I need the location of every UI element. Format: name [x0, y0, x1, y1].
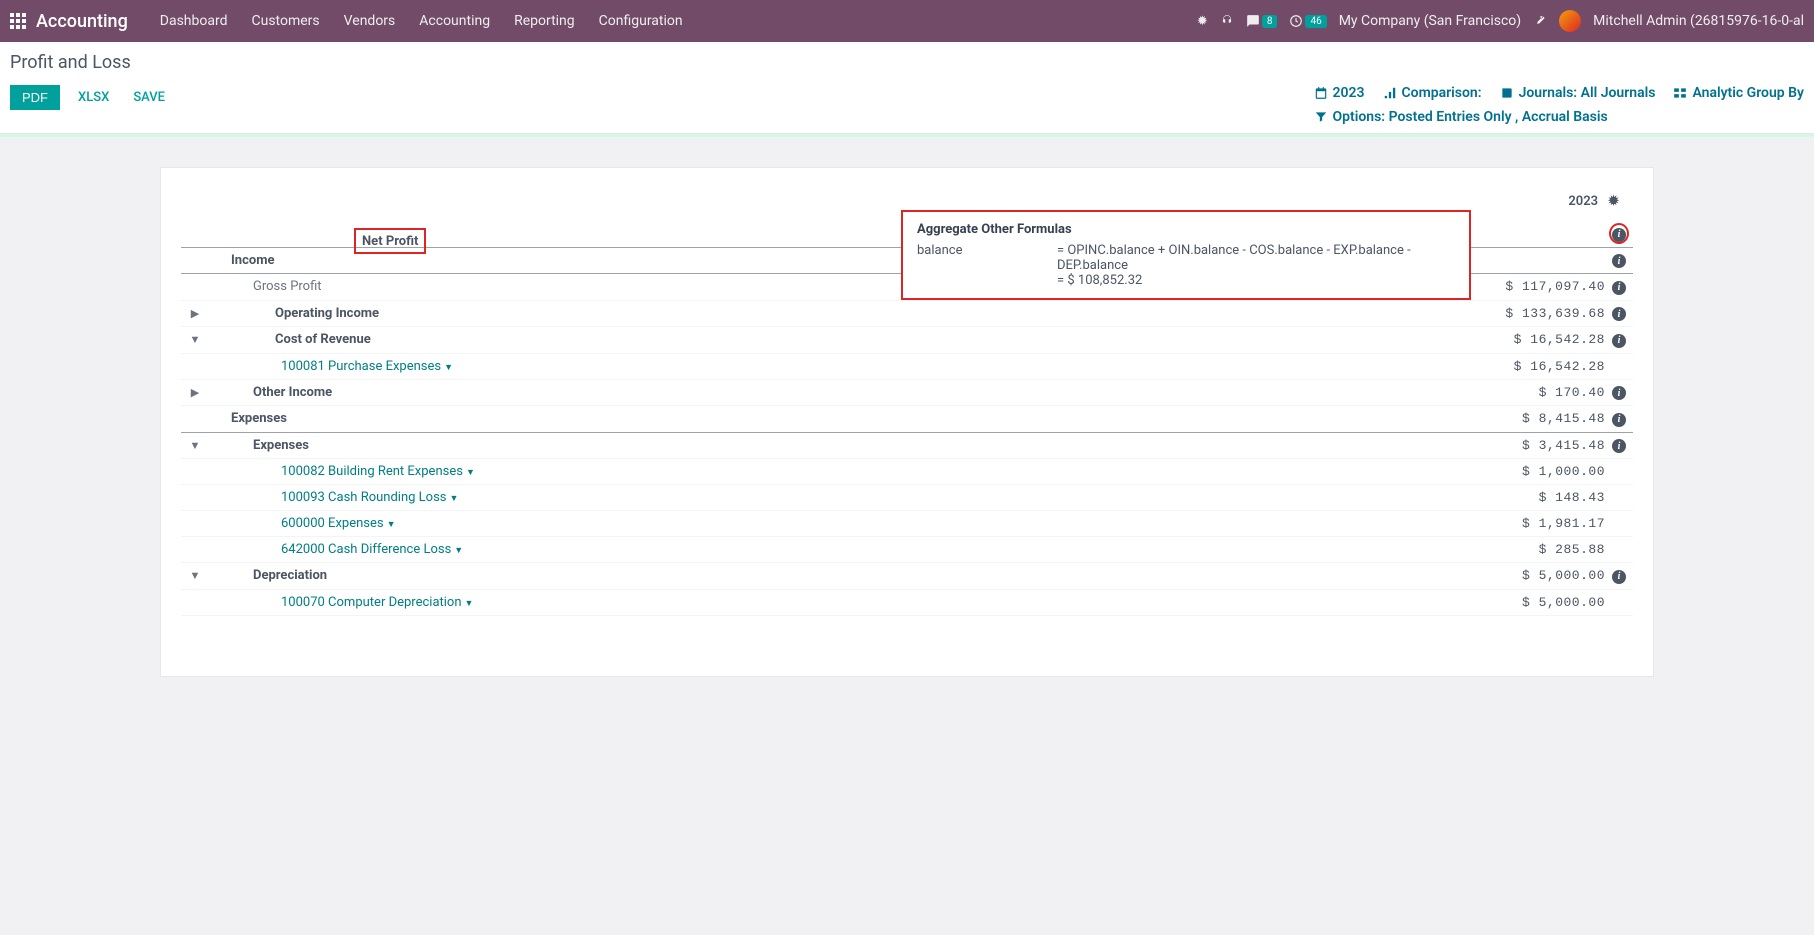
caret-down-icon: ▼: [444, 363, 453, 373]
filter-analytic[interactable]: Analytic Group By: [1673, 85, 1804, 101]
row-computer-depreciation: 100070 Computer Depreciation▼ $ 5,000.00: [181, 590, 1633, 616]
row-expenses-600000: 600000 Expenses▼ $ 1,981.17: [181, 511, 1633, 537]
row-operating-income[interactable]: ▶ Operating Income $ 133,639.68 i: [181, 301, 1633, 328]
tooltip-title: Aggregate Other Formulas: [917, 222, 1455, 237]
filter-comparison[interactable]: Comparison:: [1383, 85, 1482, 101]
debug-column-icon[interactable]: ✹: [1608, 194, 1619, 209]
row-cash-rounding: 100093 Cash Rounding Loss▼ $ 148.43: [181, 485, 1633, 511]
nav-reporting[interactable]: Reporting: [502, 13, 587, 29]
pdf-button[interactable]: PDF: [10, 85, 60, 110]
filters-group: 2023 Comparison: Journals: All Journals …: [1314, 85, 1805, 125]
info-icon[interactable]: i: [1612, 254, 1626, 268]
row-cash-diff: 642000 Cash Difference Loss▼ $ 285.88: [181, 537, 1633, 563]
caret-down-icon: ▼: [450, 494, 459, 504]
nav-vendors[interactable]: Vendors: [332, 13, 408, 29]
messages-icon[interactable]: 8: [1246, 14, 1278, 28]
tooltip-result: = $ 108,852.32: [1057, 273, 1455, 288]
filter-options[interactable]: Options: Posted Entries Only , Accrual B…: [1314, 109, 1608, 125]
user-name[interactable]: Mitchell Admin (26815976-16-0-al: [1593, 13, 1804, 29]
caret-down-icon[interactable]: ▼: [181, 569, 209, 582]
label-cost-of-revenue: Cost of Revenue: [209, 332, 1455, 347]
row-expenses[interactable]: ▼ Expenses $ 3,415.48 i: [181, 433, 1633, 460]
account-link[interactable]: 100081 Purchase Expenses▼: [281, 359, 453, 374]
avatar[interactable]: [1559, 10, 1581, 32]
label-depreciation: Depreciation: [209, 568, 1455, 583]
main-navbar: Accounting Dashboard Customers Vendors A…: [0, 0, 1814, 42]
account-link[interactable]: 100070 Computer Depreciation▼: [281, 595, 473, 610]
filter-year-label: 2023: [1333, 85, 1365, 101]
filter-analytic-label: Analytic Group By: [1692, 85, 1804, 101]
activities-badge: 46: [1305, 15, 1326, 28]
activities-icon[interactable]: 46: [1289, 14, 1326, 28]
tooltip-label: balance: [917, 243, 1027, 288]
caret-down-icon[interactable]: ▼: [181, 439, 209, 452]
support-icon[interactable]: [1220, 14, 1234, 28]
filter-journals[interactable]: Journals: All Journals: [1500, 85, 1656, 101]
row-expenses-section: Expenses $ 8,415.48 i: [181, 406, 1633, 433]
row-cost-of-revenue[interactable]: ▼ Cost of Revenue $ 16,542.28 i: [181, 327, 1633, 354]
caret-down-icon: ▼: [465, 599, 474, 609]
row-other-income[interactable]: ▶ Other Income $ 170.40 i: [181, 380, 1633, 407]
app-title[interactable]: Accounting: [36, 11, 128, 32]
page-header: Profit and Loss PDF XLSX SAVE 2023 Compa…: [0, 42, 1814, 134]
label-operating-income: Operating Income: [209, 306, 1455, 321]
caret-down-icon[interactable]: ▼: [181, 333, 209, 346]
nav-customers[interactable]: Customers: [240, 13, 332, 29]
row-purchase-expenses: 100081 Purchase Expenses▼ $ 16,542.28: [181, 354, 1633, 380]
column-year: 2023: [1568, 194, 1608, 209]
messages-badge: 8: [1262, 15, 1278, 28]
account-link[interactable]: 100082 Building Rent Expenses▼: [281, 464, 475, 479]
account-link[interactable]: 600000 Expenses▼: [281, 516, 396, 531]
label-other-income: Other Income: [209, 385, 1455, 400]
caret-right-icon[interactable]: ▶: [181, 307, 209, 320]
info-icon[interactable]: i: [1612, 307, 1626, 321]
info-icon[interactable]: i: [1612, 439, 1626, 453]
info-icon[interactable]: i: [1612, 386, 1626, 400]
account-link[interactable]: 100093 Cash Rounding Loss▼: [281, 490, 458, 505]
info-icon[interactable]: i: [1612, 281, 1626, 295]
formula-tooltip: Aggregate Other Formulas balance = OPINC…: [901, 210, 1471, 300]
info-icon[interactable]: i: [1612, 413, 1626, 427]
apps-icon[interactable]: [10, 13, 26, 29]
caret-down-icon: ▼: [466, 468, 475, 478]
account-link[interactable]: 642000 Cash Difference Loss▼: [281, 542, 463, 557]
caret-right-icon[interactable]: ▶: [181, 386, 209, 399]
nav-dashboard[interactable]: Dashboard: [148, 13, 240, 29]
xlsx-button[interactable]: XLSX: [72, 85, 115, 110]
bug-icon[interactable]: ✹: [1197, 14, 1208, 29]
filter-date[interactable]: 2023: [1314, 85, 1365, 101]
label-expenses-section: Expenses: [209, 411, 1455, 426]
info-icon[interactable]: i: [1612, 570, 1626, 584]
filter-comparison-label: Comparison:: [1402, 85, 1482, 101]
info-icon[interactable]: i: [1612, 334, 1626, 348]
filter-options-label: Options: Posted Entries Only , Accrual B…: [1333, 109, 1608, 125]
page-title: Profit and Loss: [10, 52, 1804, 73]
row-depreciation[interactable]: ▼ Depreciation $ 5,000.00 i: [181, 563, 1633, 590]
filter-journals-label: Journals: All Journals: [1519, 85, 1656, 101]
label-expenses: Expenses: [209, 438, 1455, 453]
tools-icon[interactable]: [1533, 14, 1547, 28]
row-building-rent: 100082 Building Rent Expenses▼ $ 1,000.0…: [181, 459, 1633, 485]
company-selector[interactable]: My Company (San Francisco): [1339, 13, 1521, 29]
nav-accounting[interactable]: Accounting: [407, 13, 502, 29]
info-icon[interactable]: i: [1612, 228, 1626, 242]
nav-configuration[interactable]: Configuration: [587, 13, 695, 29]
save-button[interactable]: SAVE: [127, 85, 171, 110]
report-card: 2023 ✹ Net Profit Aggregate Other Formul…: [160, 167, 1654, 677]
tooltip-formula: = OPINC.balance + OIN.balance - COS.bala…: [1057, 243, 1455, 273]
caret-down-icon: ▼: [454, 546, 463, 556]
caret-down-icon: ▼: [387, 520, 396, 530]
